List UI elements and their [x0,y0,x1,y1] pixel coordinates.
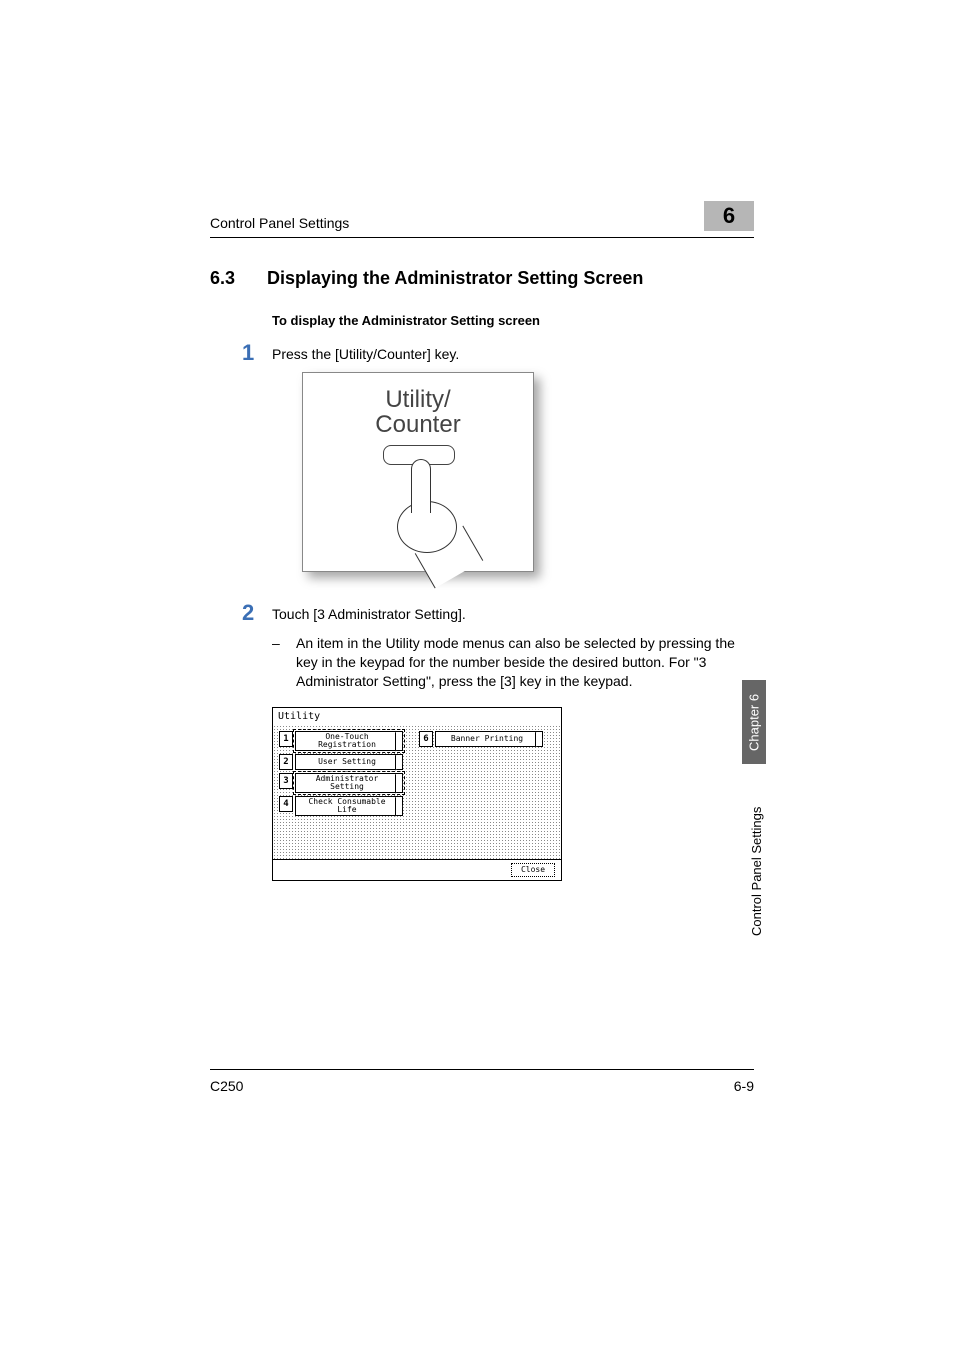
step-2-text: Touch [3 Administrator Setting]. [272,602,754,624]
side-tab-section: Control Panel Settings [749,776,764,936]
menu-btn-banner-printing[interactable]: Banner Printing [435,731,543,747]
figure-utility-screen: Utility 1 One-Touch Registration 6 Banne… [272,707,562,881]
step-1: 1 Press the [Utility/Counter] key. [242,342,754,364]
figure2-spacer [279,819,555,853]
note-bullet: – An item in the Utility mode menus can … [272,634,754,691]
menu-btn-check-consumable[interactable]: Check Consumable Life [295,796,403,816]
chapter-number-box: 6 [704,201,754,231]
chapter-number: 6 [723,203,735,229]
figure-utility-counter-key: Utility/ Counter [302,372,534,572]
side-tab-chapter: Chapter 6 [742,680,766,764]
section-title: Displaying the Administrator Setting Scr… [267,268,643,288]
menu-num-1: 1 [279,731,293,747]
step-2-number: 2 [242,602,272,624]
sub-heading: To display the Administrator Setting scr… [272,313,754,328]
menu-col2-row: 6 Banner Printing [419,731,543,747]
menu-row-1: 1 One-Touch Registration 6 Banner Printi… [279,731,555,751]
menu-num-4: 4 [279,796,293,812]
hand-icon [393,459,483,569]
running-title: Control Panel Settings [210,215,349,231]
menu-num-6: 6 [419,731,433,747]
section-number: 6.3 [210,268,262,289]
bullet-dash: – [272,634,296,691]
page-header: Control Panel Settings 6 [210,215,754,238]
menu-btn-administrator-setting[interactable]: Administrator Setting [295,773,403,793]
step-1-number: 1 [242,342,272,364]
menu-btn-user-setting[interactable]: User Setting [295,754,403,770]
figure2-title: Utility [273,708,561,725]
bullet-text: An item in the Utility mode menus can al… [296,634,754,691]
close-button[interactable]: Close [511,863,555,877]
menu-row-3: 3 Administrator Setting [279,773,555,793]
menu-num-3: 3 [279,773,293,789]
footer-left: C250 [210,1078,243,1094]
figure2-body: 1 One-Touch Registration 6 Banner Printi… [273,725,561,859]
footer-right: 6-9 [734,1078,754,1094]
menu-row-4: 4 Check Consumable Life [279,796,555,816]
step-2: 2 Touch [3 Administrator Setting]. [242,602,754,624]
menu-row-2: 2 User Setting [279,754,555,770]
section-heading: 6.3 Displaying the Administrator Setting… [210,268,754,289]
figure1-label: Utility/ Counter [303,387,533,437]
page-footer: C250 6-9 [210,1069,754,1094]
figure2-footer: Close [273,859,561,880]
step-1-text: Press the [Utility/Counter] key. [272,342,754,364]
menu-btn-one-touch[interactable]: One-Touch Registration [295,731,403,751]
menu-num-2: 2 [279,754,293,770]
